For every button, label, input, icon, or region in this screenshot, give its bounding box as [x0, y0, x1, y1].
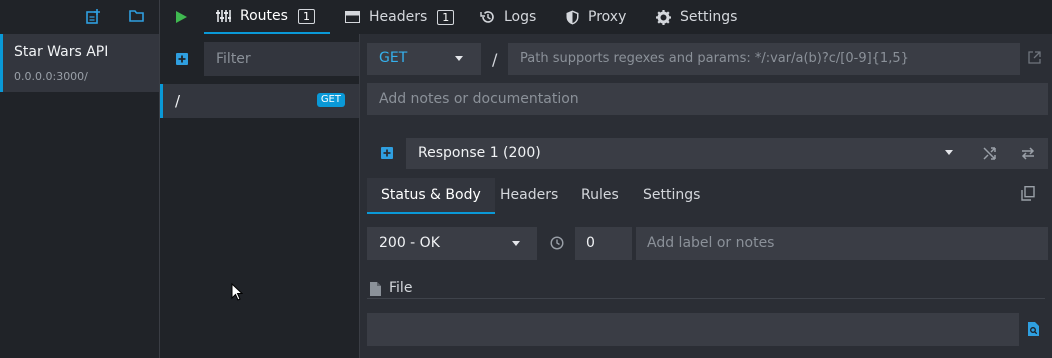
tab-settings[interactable]: Settings: [656, 0, 737, 34]
file-path-input[interactable]: [367, 313, 1019, 346]
play-icon[interactable]: [176, 11, 187, 23]
response-label-input[interactable]: Add label or notes: [636, 227, 1048, 260]
tab-routes-label: Routes: [240, 8, 288, 24]
sequential-response-icon[interactable]: [1021, 147, 1035, 160]
tab-headers-label: Headers: [369, 9, 428, 25]
add-response-icon[interactable]: [381, 147, 393, 159]
chevron-down-icon: [512, 241, 520, 246]
route-filter-input[interactable]: [204, 42, 359, 76]
route-item[interactable]: / GET: [160, 84, 359, 118]
routes-panel: / GET: [160, 34, 360, 358]
external-link-icon[interactable]: [1028, 51, 1041, 64]
subtab-headers[interactable]: Headers: [500, 178, 558, 212]
subtab-settings-label: Settings: [643, 187, 701, 203]
path-separator: /: [492, 50, 498, 69]
tab-settings-label: Settings: [680, 9, 738, 25]
response-label-placeholder: Add label or notes: [647, 235, 775, 251]
divider: [367, 298, 1045, 299]
environment-name: Star Wars API: [14, 44, 109, 60]
route-method-badge: GET: [316, 93, 345, 107]
routes-icon: [216, 9, 231, 23]
response-actions: [966, 138, 1048, 169]
environment-item[interactable]: Star Wars API 0.0.0.0:3000/: [0, 34, 159, 92]
latency-input[interactable]: 0: [575, 227, 632, 260]
method-select[interactable]: GET: [367, 43, 481, 75]
top-bar: Routes 1 Headers 1 Logs Proxy Settings: [160, 0, 1052, 34]
route-path-input[interactable]: Path supports regexes and params: */:var…: [508, 43, 1020, 75]
headers-count-badge: 1: [437, 9, 455, 25]
subtab-status-body-label: Status & Body: [381, 187, 481, 203]
open-folder-icon[interactable]: [129, 9, 144, 23]
status-code-value: 200 - OK: [379, 235, 440, 251]
tab-routes[interactable]: Routes 1: [204, 0, 330, 34]
tab-headers[interactable]: Headers 1: [345, 0, 455, 34]
subtab-rules-label: Rules: [581, 187, 619, 203]
routes-count-badge: 1: [297, 8, 315, 24]
environment-host: 0.0.0.0:3000/: [14, 70, 88, 83]
tab-proxy-label: Proxy: [588, 9, 627, 25]
environments-toolbar: [0, 0, 160, 34]
tab-logs[interactable]: Logs: [480, 0, 536, 34]
mouse-cursor-icon: [231, 283, 243, 301]
route-path-placeholder: Path supports regexes and params: */:var…: [520, 51, 909, 66]
headers-icon: [345, 11, 360, 23]
file-icon: [370, 282, 381, 296]
clock-icon: [550, 236, 564, 250]
method-value: GET: [379, 50, 408, 66]
add-route-icon[interactable]: [176, 53, 188, 65]
gear-icon: [656, 9, 671, 25]
file-body-label: File: [389, 280, 413, 296]
file-search-icon[interactable]: [1028, 322, 1039, 336]
chevron-down-icon: [455, 56, 463, 61]
subtab-status-body[interactable]: Status & Body: [367, 178, 495, 214]
status-code-select[interactable]: 200 - OK: [367, 227, 537, 260]
new-environment-icon[interactable]: [86, 9, 101, 24]
subtab-rules[interactable]: Rules: [581, 178, 619, 212]
random-response-icon[interactable]: [983, 147, 997, 160]
subtab-headers-label: Headers: [500, 187, 559, 203]
copy-icon[interactable]: [1021, 186, 1035, 201]
chevron-down-icon: [945, 150, 953, 155]
route-notes-placeholder: Add notes or documentation: [379, 91, 579, 107]
subtab-settings[interactable]: Settings: [643, 178, 700, 212]
response-select[interactable]: Response 1 (200): [406, 138, 966, 169]
history-icon: [480, 10, 495, 24]
tab-proxy[interactable]: Proxy: [566, 0, 626, 34]
latency-value: 0: [586, 235, 595, 251]
tab-logs-label: Logs: [504, 9, 537, 25]
route-path: /: [175, 92, 181, 110]
response-value: Response 1 (200): [418, 145, 541, 161]
route-notes-input[interactable]: Add notes or documentation: [367, 83, 1048, 115]
shield-icon: [566, 10, 579, 25]
